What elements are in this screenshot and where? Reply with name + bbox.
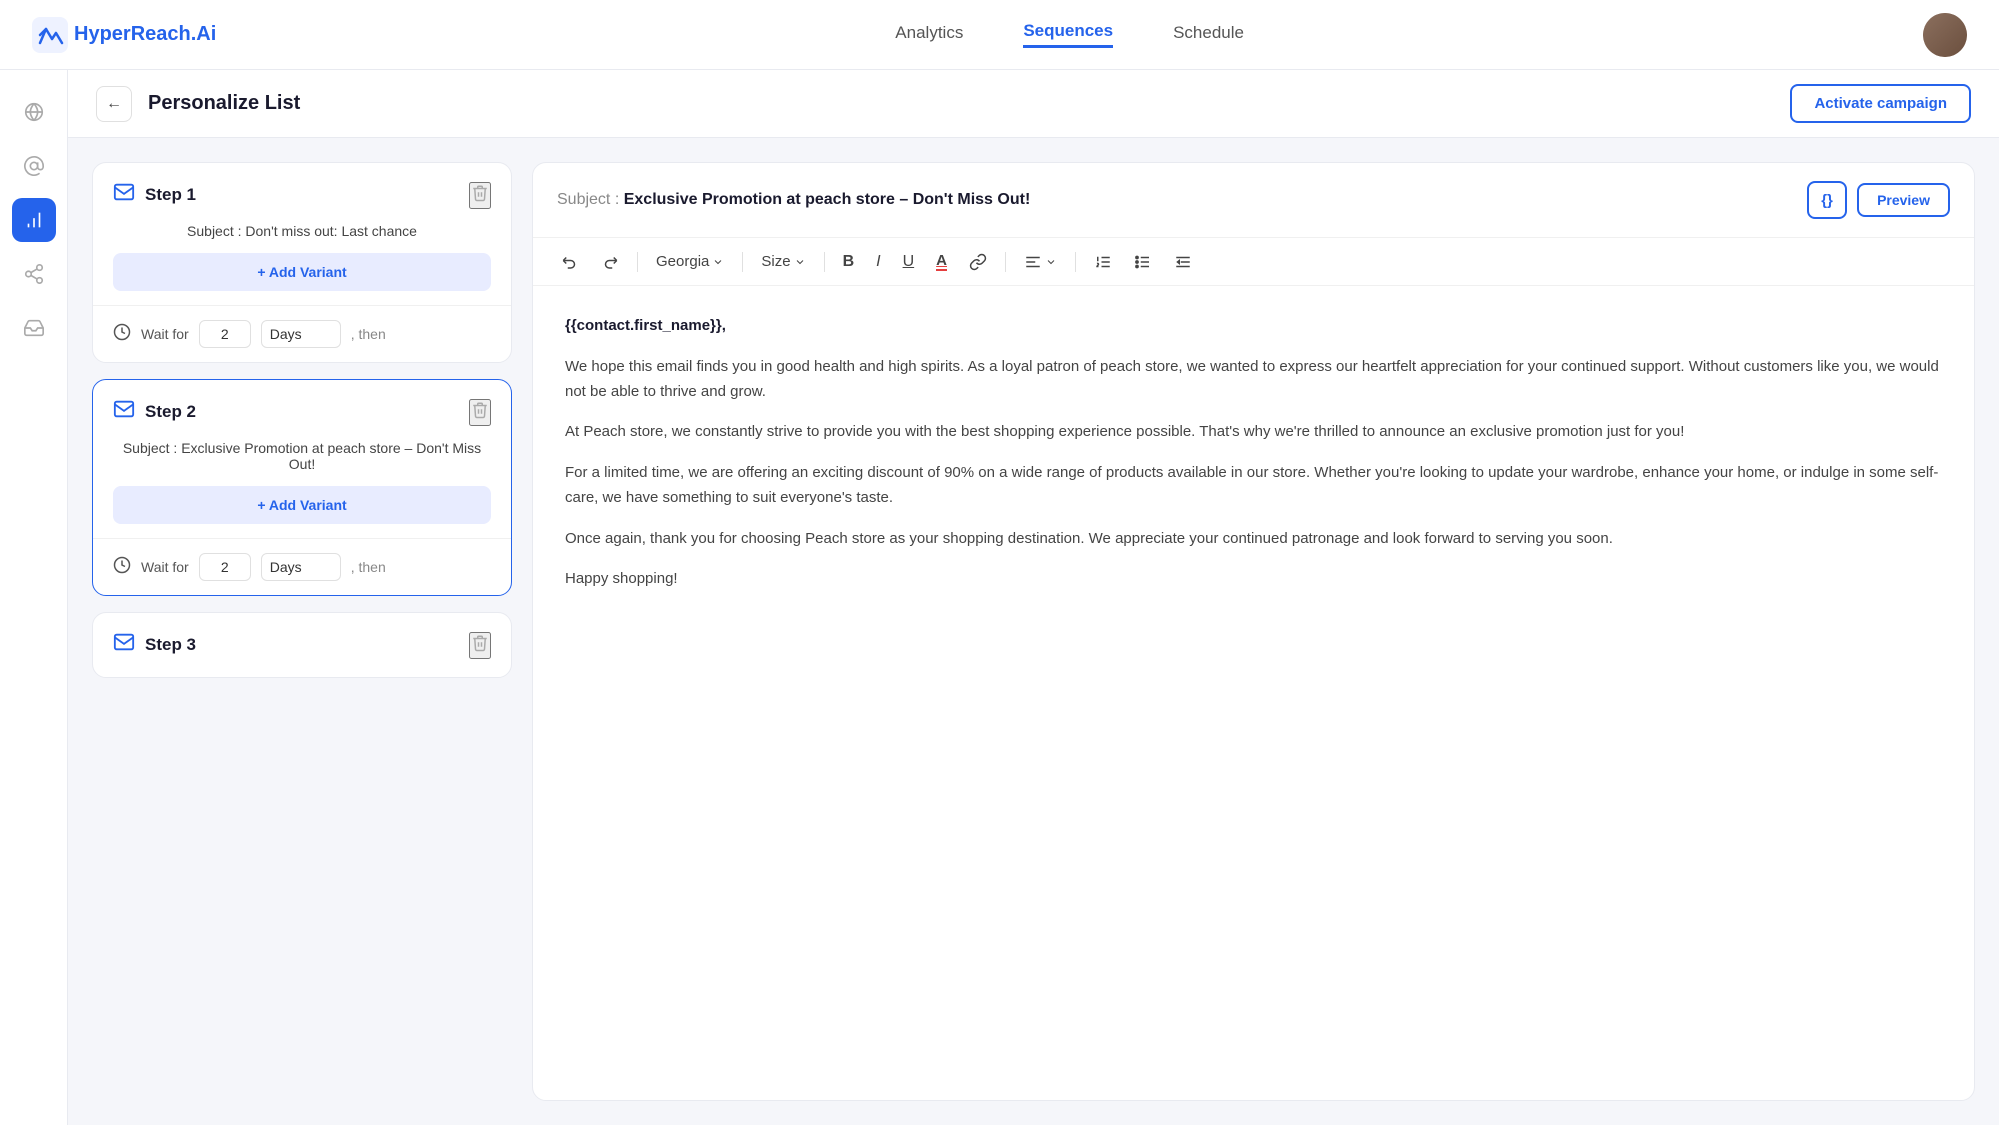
- font-select-button[interactable]: Georgia: [648, 249, 732, 274]
- step-1-delete-button[interactable]: [469, 182, 491, 209]
- step-2-title: Step 2: [145, 402, 196, 422]
- email-para-3: For a limited time, we are offering an e…: [565, 461, 1942, 511]
- avatar[interactable]: [1923, 13, 1967, 57]
- nav-schedule[interactable]: Schedule: [1173, 23, 1244, 47]
- underline-button[interactable]: U: [895, 249, 923, 275]
- activate-campaign-button[interactable]: Activate campaign: [1790, 84, 1971, 123]
- sidebar: [0, 70, 68, 1125]
- step-2-email-icon: [113, 398, 135, 426]
- redo-button[interactable]: [593, 249, 627, 275]
- step-1-title-area: Step 1: [113, 181, 196, 209]
- editor-subject-text: Subject : Exclusive Promotion at peach s…: [557, 191, 1030, 209]
- text-color-button[interactable]: A: [928, 248, 955, 275]
- italic-button[interactable]: I: [868, 249, 888, 275]
- step-1-wait-label: Wait for: [141, 326, 189, 342]
- step-2-days-select[interactable]: Days Hours Weeks: [261, 553, 341, 581]
- step-1-wait-input[interactable]: [199, 320, 251, 348]
- align-button[interactable]: [1016, 249, 1065, 275]
- top-nav: HyperReach.Ai Analytics Sequences Schedu…: [0, 0, 1999, 70]
- step-1-header: Step 1: [93, 163, 511, 223]
- page-header-left: ← Personalize List: [96, 86, 300, 122]
- step-3-delete-button[interactable]: [469, 632, 491, 659]
- editor-subject-label: Subject :: [557, 191, 619, 208]
- nav-analytics[interactable]: Analytics: [895, 23, 963, 47]
- size-select-button[interactable]: Size: [753, 249, 813, 274]
- step-3-email-icon: [113, 631, 135, 659]
- toolbar-sep-2: [742, 252, 743, 272]
- preview-button[interactable]: Preview: [1857, 183, 1950, 217]
- sidebar-icon-inbox[interactable]: [12, 306, 56, 350]
- logo-text: HyperReach.Ai: [74, 23, 216, 46]
- ordered-list-button[interactable]: [1086, 249, 1120, 275]
- nav-right: [1923, 13, 1967, 57]
- editor-toolbar: Georgia Size B I U A: [533, 238, 1974, 286]
- step-3-header: Step 3: [93, 613, 511, 673]
- step-card-2: Step 2 Subject : Exclusive Promotion at …: [92, 379, 512, 596]
- unordered-list-button[interactable]: [1126, 249, 1160, 275]
- content-area: ← Personalize List Activate campaign Ste…: [68, 70, 1999, 1125]
- step-card-3: Step 3: [92, 612, 512, 678]
- panels: Step 1 Subject : Don't miss out: Last ch…: [68, 138, 1999, 1125]
- step-1-email-icon: [113, 181, 135, 209]
- step-1-footer: Wait for Days Hours Weeks , then: [93, 305, 511, 362]
- sidebar-icon-globe[interactable]: [12, 90, 56, 134]
- clock-icon-1: [113, 323, 131, 346]
- sidebar-icon-workflow[interactable]: [12, 252, 56, 296]
- back-button[interactable]: ←: [96, 86, 132, 122]
- step-2-header: Step 2: [93, 380, 511, 440]
- sidebar-icon-chart[interactable]: [12, 198, 56, 242]
- step-2-add-variant-button[interactable]: + Add Variant: [113, 486, 491, 524]
- steps-panel: Step 1 Subject : Don't miss out: Last ch…: [92, 162, 512, 1125]
- indent-button[interactable]: [1166, 249, 1200, 275]
- toolbar-sep-1: [637, 252, 638, 272]
- step-1-add-variant-button[interactable]: + Add Variant: [113, 253, 491, 291]
- editor-body[interactable]: {{contact.first_name}}, We hope this ema…: [533, 286, 1974, 1100]
- undo-button[interactable]: [553, 249, 587, 275]
- editor-subject-bar: Subject : Exclusive Promotion at peach s…: [533, 163, 1974, 238]
- subject-right: {} Preview: [1807, 181, 1950, 219]
- email-sign: Happy shopping!: [565, 567, 1942, 592]
- email-greeting: {{contact.first_name}},: [565, 314, 1942, 339]
- step-2-wait-input[interactable]: [199, 553, 251, 581]
- step-2-wait-label: Wait for: [141, 559, 189, 575]
- page-header: ← Personalize List Activate campaign: [68, 70, 1999, 138]
- step-2-then-text: , then: [351, 559, 386, 575]
- email-para-1: We hope this email finds you in good hea…: [565, 355, 1942, 405]
- step-1-title: Step 1: [145, 185, 196, 205]
- bold-button[interactable]: B: [835, 249, 863, 275]
- email-para-4: Once again, thank you for choosing Peach…: [565, 527, 1942, 552]
- sidebar-icon-at[interactable]: [12, 144, 56, 188]
- toolbar-sep-4: [1005, 252, 1006, 272]
- page-title: Personalize List: [148, 92, 300, 115]
- curly-brace-button[interactable]: {}: [1807, 181, 1847, 219]
- step-2-footer: Wait for Days Hours Weeks , then: [93, 538, 511, 595]
- main-layout: ← Personalize List Activate campaign Ste…: [0, 70, 1999, 1125]
- email-para-2: At Peach store, we constantly strive to …: [565, 420, 1942, 445]
- logo[interactable]: HyperReach.Ai: [32, 17, 216, 53]
- link-button[interactable]: [961, 249, 995, 275]
- step-card-1: Step 1 Subject : Don't miss out: Last ch…: [92, 162, 512, 363]
- step-2-title-area: Step 2: [113, 398, 196, 426]
- toolbar-sep-5: [1075, 252, 1076, 272]
- editor-subject-value: Exclusive Promotion at peach store – Don…: [624, 191, 1031, 208]
- nav-sequences[interactable]: Sequences: [1023, 21, 1113, 48]
- nav-center: Analytics Sequences Schedule: [216, 21, 1923, 48]
- step-1-then-text: , then: [351, 326, 386, 342]
- step-2-delete-button[interactable]: [469, 399, 491, 426]
- toolbar-sep-3: [824, 252, 825, 272]
- step-3-title: Step 3: [145, 635, 196, 655]
- clock-icon-2: [113, 556, 131, 579]
- editor-panel: Subject : Exclusive Promotion at peach s…: [532, 162, 1975, 1101]
- step-1-subject: Subject : Don't miss out: Last chance: [93, 223, 511, 253]
- step-3-title-area: Step 3: [113, 631, 196, 659]
- step-2-subject: Subject : Exclusive Promotion at peach s…: [93, 440, 511, 486]
- step-1-days-select[interactable]: Days Hours Weeks: [261, 320, 341, 348]
